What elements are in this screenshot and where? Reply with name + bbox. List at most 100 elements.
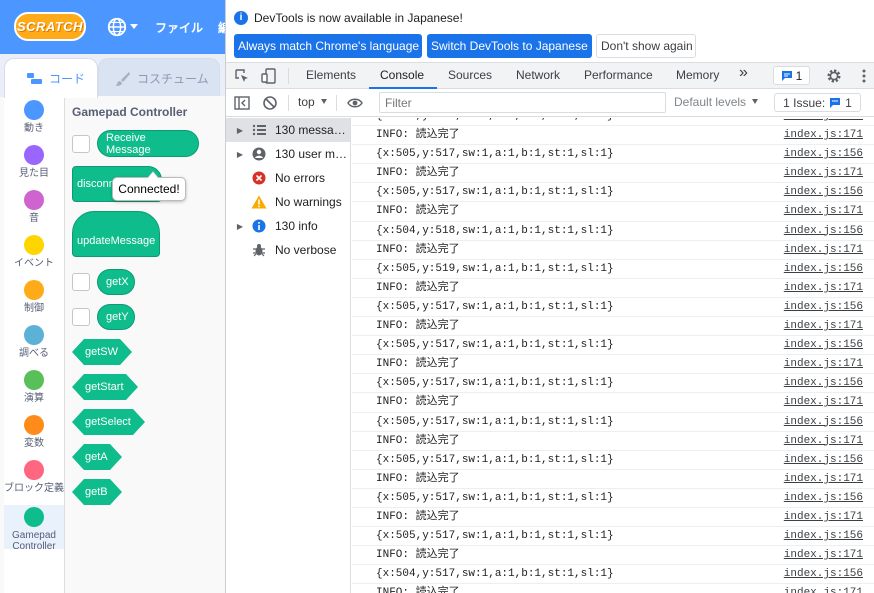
more-tabs-chevron-icon[interactable]: » xyxy=(739,64,748,82)
menu-edit[interactable]: 編 xyxy=(218,19,225,36)
js-context-select[interactable]: top xyxy=(298,95,315,109)
chevron-down-icon[interactable] xyxy=(321,99,327,104)
block-geta[interactable]: getA xyxy=(72,444,122,470)
category-dot-icon xyxy=(24,415,44,435)
log-levels-select[interactable]: Default levels xyxy=(674,95,746,109)
category-item[interactable]: 動き xyxy=(4,100,64,134)
source-link[interactable]: index.js:171 xyxy=(784,126,863,144)
source-link[interactable]: index.js:171 xyxy=(784,279,863,297)
receive-message-checkbox[interactable] xyxy=(72,135,90,153)
always-match-language-button[interactable]: Always match Chrome's language xyxy=(234,34,422,58)
expand-arrow-icon[interactable]: ▶ xyxy=(233,150,247,159)
category-item[interactable]: Gamepad Controller xyxy=(4,505,64,552)
dont-show-again-button[interactable]: Don't show again xyxy=(596,34,696,58)
tab-costume[interactable]: コスチューム xyxy=(98,58,220,98)
inspect-element-icon[interactable] xyxy=(234,68,250,84)
block-getstart-label: getStart xyxy=(85,381,124,393)
chevron-down-icon[interactable] xyxy=(130,24,138,29)
block-gety[interactable]: getY xyxy=(97,304,135,330)
gear-icon[interactable] xyxy=(826,68,842,84)
source-link[interactable]: index.js:156 xyxy=(784,336,863,354)
info-icon xyxy=(251,218,267,234)
source-link[interactable]: index.js:156 xyxy=(784,374,863,392)
getx-checkbox[interactable] xyxy=(72,273,90,291)
category-menu: 動き見た目音イベント制御調べる演算変数ブロック定義 Gamepad Control… xyxy=(4,96,65,593)
clear-console-icon[interactable] xyxy=(262,95,278,111)
messages-badge[interactable]: 1 xyxy=(773,66,810,85)
switch-to-japanese-button[interactable]: Switch DevTools to Japanese xyxy=(427,34,592,58)
category-item[interactable]: 制御 xyxy=(4,280,64,314)
block-getsw[interactable]: getSW xyxy=(72,339,132,365)
source-link[interactable]: index.js:171 xyxy=(784,241,863,259)
eye-icon[interactable] xyxy=(347,95,363,111)
sidebar-item[interactable]: No warnings xyxy=(226,190,350,214)
block-getb[interactable]: getB xyxy=(72,479,122,505)
source-link[interactable]: index.js:156 xyxy=(784,145,863,163)
tab-code[interactable]: コード xyxy=(4,58,98,98)
menu-file[interactable]: ファイル xyxy=(155,19,203,36)
source-link[interactable]: index.js:171 xyxy=(784,546,863,564)
source-link[interactable]: index.js:156 xyxy=(784,298,863,316)
gety-checkbox[interactable] xyxy=(72,308,90,326)
category-item[interactable]: イベント xyxy=(4,235,64,269)
source-link[interactable]: index.js:171 xyxy=(784,355,863,373)
source-link[interactable]: index.js:171 xyxy=(784,584,863,593)
source-link[interactable]: index.js:171 xyxy=(784,393,863,411)
tab-sources[interactable]: Sources xyxy=(448,68,492,82)
scratch-logo[interactable]: SCRATCH xyxy=(14,12,86,41)
scratch-editor: SCRATCH ファイル 編 コード コスチューム 動き 見た目 音 イベント … xyxy=(0,0,225,593)
sidebar-item[interactable]: ▶ 130 user m… xyxy=(226,142,350,166)
block-update-message[interactable]: updateMessage xyxy=(72,211,160,257)
console-message: {x:504,y:517,sw:1,a:1,b:1,st:1,sl:1} xyxy=(376,568,614,581)
globe-icon[interactable] xyxy=(106,16,128,38)
filter-input[interactable] xyxy=(379,92,666,113)
source-link[interactable]: index.js:156 xyxy=(784,222,863,240)
tab-network[interactable]: Network xyxy=(516,68,560,82)
source-link[interactable]: index.js:171 xyxy=(784,432,863,450)
block-getx[interactable]: getX xyxy=(97,269,135,295)
console-row: {x:505,y:517,sw:1,a:1,b:1,st:1,sl:1} inde… xyxy=(352,489,874,508)
block-getstart[interactable]: getStart xyxy=(72,374,138,400)
source-link[interactable]: index.js:156 xyxy=(784,451,863,469)
sidebar-item[interactable]: No errors xyxy=(226,166,350,190)
category-item[interactable]: ブロック定義 xyxy=(4,460,64,494)
source-link[interactable]: index.js:156 xyxy=(784,527,863,545)
console-message: {x:504,y:517,sw:1,a:1,b:1,st:1,sl:1} xyxy=(376,118,614,125)
source-link[interactable]: index.js:171 xyxy=(784,202,863,220)
chevron-down-icon[interactable] xyxy=(752,99,758,104)
issues-button[interactable]: 1 Issue: 1 xyxy=(774,93,861,112)
tab-performance[interactable]: Performance xyxy=(584,68,653,82)
category-item[interactable]: 調べる xyxy=(4,325,64,359)
console-row: INFO: 読込完了 index.js:171 xyxy=(352,470,874,489)
kebab-menu-icon[interactable] xyxy=(856,68,872,84)
device-toolbar-icon[interactable] xyxy=(261,68,277,84)
category-item[interactable]: 演算 xyxy=(4,370,64,404)
category-item[interactable]: 変数 xyxy=(4,415,64,449)
source-link[interactable]: index.js:156 xyxy=(784,118,863,125)
source-link[interactable]: index.js:156 xyxy=(784,260,863,278)
source-link[interactable]: index.js:171 xyxy=(784,317,863,335)
source-link[interactable]: index.js:156 xyxy=(784,413,863,431)
source-link[interactable]: index.js:171 xyxy=(784,508,863,526)
source-link[interactable]: index.js:156 xyxy=(784,183,863,201)
source-link[interactable]: index.js:171 xyxy=(784,164,863,182)
sidebar-item[interactable]: No verbose xyxy=(226,238,350,262)
block-getselect[interactable]: getSelect xyxy=(72,409,145,435)
category-label: Gamepad Controller xyxy=(12,530,56,552)
sidebar-item[interactable]: ▶ 130 messa… xyxy=(226,118,350,142)
tab-elements[interactable]: Elements xyxy=(306,68,356,82)
category-dot-icon xyxy=(24,145,44,165)
source-link[interactable]: index.js:156 xyxy=(784,489,863,507)
block-receive-message[interactable]: Receive Message xyxy=(97,130,199,157)
category-item[interactable]: 音 xyxy=(4,190,64,224)
expand-arrow-icon[interactable]: ▶ xyxy=(233,126,247,135)
sidebar-item-label: No verbose xyxy=(275,243,337,257)
expand-arrow-icon[interactable]: ▶ xyxy=(233,222,247,231)
sidebar-toggle-icon[interactable] xyxy=(234,95,250,111)
tab-memory[interactable]: Memory xyxy=(676,68,719,82)
category-item[interactable]: 見た目 xyxy=(4,145,64,179)
tab-console[interactable]: Console xyxy=(380,68,424,82)
source-link[interactable]: index.js:171 xyxy=(784,470,863,488)
sidebar-item[interactable]: ▶ 130 info xyxy=(226,214,350,238)
source-link[interactable]: index.js:156 xyxy=(784,565,863,583)
